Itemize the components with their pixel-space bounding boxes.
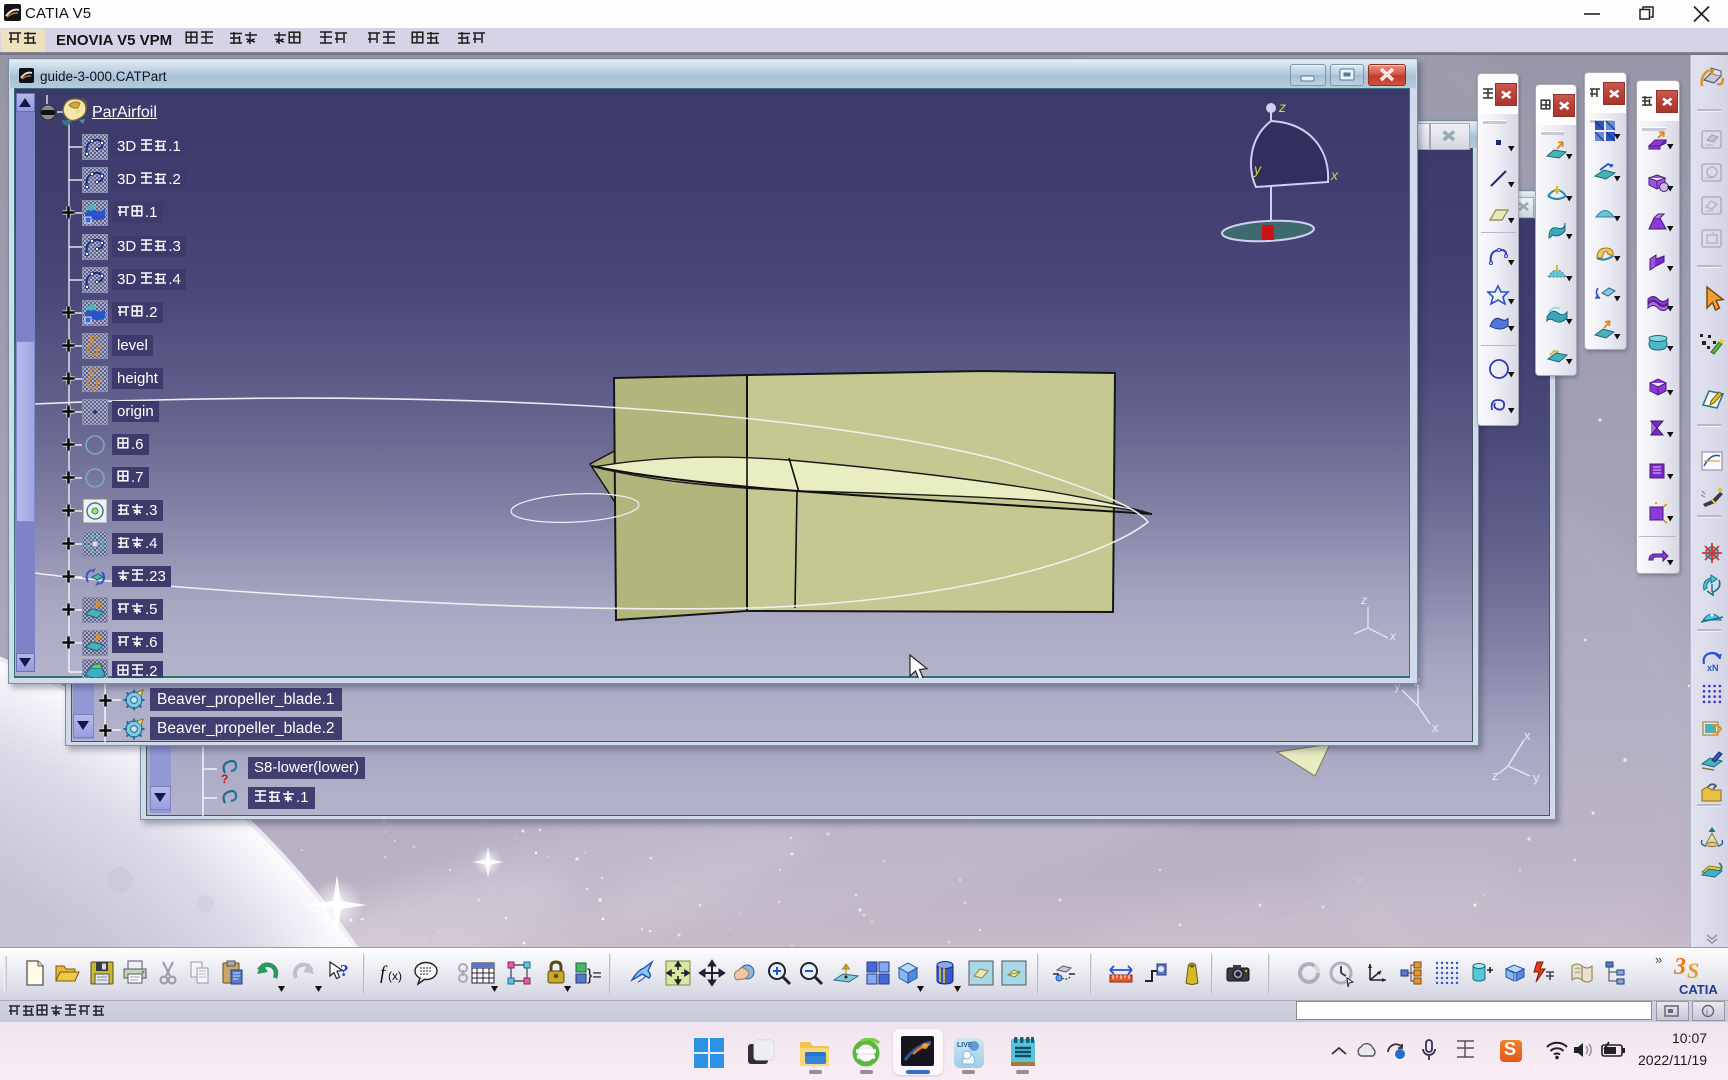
svg-text:i: i: [1706, 1007, 1708, 1017]
svg-text:x: x: [1432, 720, 1439, 732]
svg-text:3: 3: [1673, 954, 1686, 980]
svg-text:CATIA: CATIA: [1679, 982, 1718, 997]
svg-text:f: f: [380, 963, 388, 984]
svg-text:z: z: [1492, 768, 1499, 783]
svg-text:S: S: [1687, 958, 1699, 983]
svg-text:(x): (x): [388, 969, 402, 983]
svg-text:y: y: [1533, 770, 1540, 785]
svg-text:}=: }=: [587, 967, 602, 984]
svg-text:?: ?: [340, 961, 349, 980]
svg-text:x: x: [1524, 728, 1531, 743]
svg-text:xN: xN: [1707, 663, 1719, 673]
